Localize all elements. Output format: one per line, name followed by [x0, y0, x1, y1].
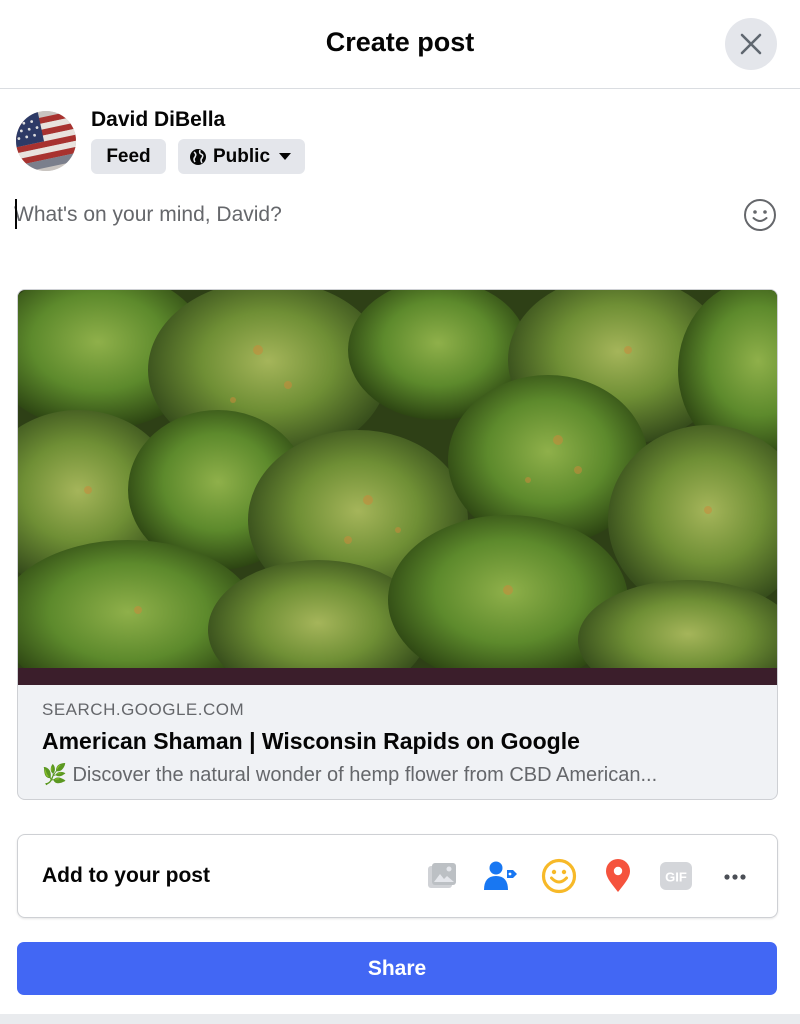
link-domain: SEARCH.GOOGLE.COM	[42, 700, 245, 719]
post-text-input[interactable]	[14, 197, 714, 233]
create-post-dialog: Create post David DiBella Feed Public Wh…	[0, 0, 800, 1024]
close-icon	[740, 33, 762, 55]
add-to-post-bar: Add to your post GIF	[17, 834, 778, 918]
audience-selector[interactable]: Public	[178, 139, 305, 174]
audience-label: Public	[213, 146, 271, 167]
add-to-post-label: Add to your post	[42, 864, 210, 887]
svg-text:GIF: GIF	[665, 870, 687, 885]
close-button[interactable]	[725, 18, 777, 70]
gif-icon[interactable]: GIF	[657, 857, 695, 895]
preview-image-bottom-band	[18, 668, 777, 685]
check-in-icon[interactable]	[599, 857, 637, 895]
photo-video-icon[interactable]	[423, 857, 461, 895]
feeling-activity-icon[interactable]	[540, 857, 578, 895]
background-strip	[0, 1014, 800, 1024]
chevron-down-icon	[279, 153, 291, 160]
text-cursor	[15, 199, 17, 229]
globe-icon	[190, 149, 206, 165]
avatar[interactable]	[16, 111, 76, 171]
share-button[interactable]: Share	[17, 942, 777, 995]
link-preview-card[interactable]: SEARCH.GOOGLE.COM American Shaman | Wisc…	[17, 289, 778, 800]
tag-people-icon[interactable]	[481, 857, 519, 895]
more-options-icon[interactable]	[716, 857, 754, 895]
user-name: David DiBella	[91, 108, 226, 131]
dialog-title: Create post	[325, 27, 475, 57]
flag-avatar-image	[16, 111, 76, 171]
feed-label: Feed	[106, 146, 151, 167]
smiley-icon[interactable]	[743, 198, 777, 232]
feed-selector[interactable]: Feed	[91, 139, 166, 174]
link-description: 🌿 Discover the natural wonder of hemp fl…	[42, 764, 658, 786]
dialog-header: Create post	[0, 0, 800, 89]
link-preview-image	[18, 290, 777, 668]
link-title: American Shaman | Wisconsin Rapids on Go…	[42, 728, 580, 754]
